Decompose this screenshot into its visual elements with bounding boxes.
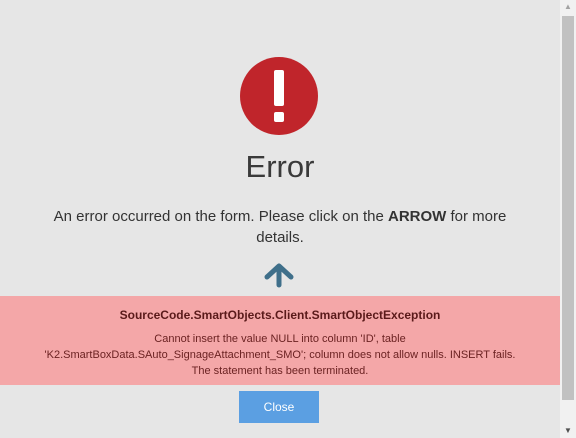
error-message-emphasis: ARROW — [387, 208, 447, 225]
error-dialog: Error An error occurred on the form. Ple… — [0, 0, 560, 438]
exception-message-line: The statement has been terminated. — [191, 365, 369, 377]
arrow-up-icon[interactable] — [264, 262, 294, 288]
scrollbar-thumb[interactable] — [562, 16, 574, 400]
scroll-down-arrow-icon[interactable]: ▼ — [560, 424, 576, 438]
exception-type: SourceCode.SmartObjects.Client.SmartObje… — [119, 308, 441, 322]
scroll-up-arrow-icon[interactable]: ▲ — [560, 0, 576, 14]
exception-message-line: Cannot insert the value NULL into column… — [154, 333, 406, 345]
exception-message: Cannot insert the value NULL into column… — [20, 331, 540, 379]
error-message: An error occurred on the form. Please cl… — [30, 206, 530, 248]
exception-message-line: 'K2.SmartBoxData.SAuto_SignageAttachment… — [44, 349, 516, 361]
error-title: Error — [245, 149, 315, 184]
close-button[interactable]: Close — [239, 391, 319, 423]
error-message-prefix: An error occurred on the form. Please cl… — [53, 208, 388, 225]
exclamation-circle-icon — [240, 57, 318, 135]
vertical-scrollbar[interactable]: ▲ ▼ — [560, 0, 576, 438]
exception-details-panel: SourceCode.SmartObjects.Client.SmartObje… — [0, 296, 560, 385]
